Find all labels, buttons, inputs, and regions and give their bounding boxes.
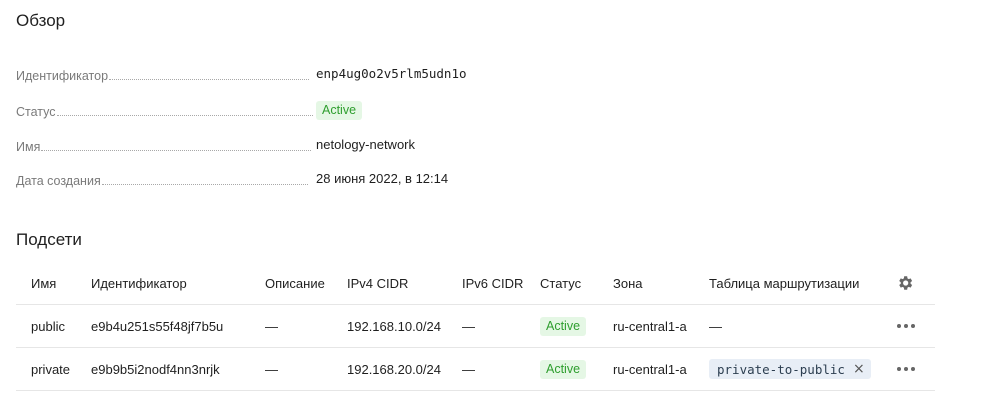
- status-badge: Active: [316, 101, 363, 120]
- field-name-label: Имя: [16, 140, 41, 154]
- route-table-chip[interactable]: private-to-public ×: [709, 348, 871, 390]
- field-created-value: 28 июня 2022, в 12:14: [316, 171, 449, 186]
- status-badge: Active: [540, 348, 587, 390]
- field-created-row: Дата создания 28 июня 2022, в 12:14: [16, 169, 476, 189]
- column-header-ipv4[interactable]: IPv4 CIDR: [347, 262, 408, 304]
- field-status-row: Статус Active: [16, 100, 476, 120]
- gear-icon[interactable]: [896, 262, 914, 304]
- column-header-zone[interactable]: Зона: [613, 262, 643, 304]
- column-header-name[interactable]: Имя: [31, 262, 56, 304]
- column-header-route-table[interactable]: Таблица маршрутизации: [709, 262, 859, 304]
- subnet-id: e9b4u251s55f48jf7b5u: [91, 318, 224, 334]
- subnet-ipv6: —: [462, 318, 475, 334]
- column-header-id[interactable]: Идентификатор: [91, 262, 187, 304]
- leader-dots: [41, 150, 312, 151]
- subnet-ipv4: 192.168.10.0/24: [347, 318, 441, 334]
- subnet-id: e9b9b5i2nodf4nn3nrjk: [91, 361, 220, 377]
- field-created-label: Дата создания: [16, 174, 101, 188]
- subnet-name: public: [31, 318, 65, 334]
- close-icon[interactable]: ×: [853, 362, 865, 376]
- subnets-table: Имя Идентификатор Описание IPv4 CIDR IPv…: [16, 262, 935, 391]
- more-horizontal-icon[interactable]: [897, 305, 915, 347]
- status-badge-label: Active: [316, 101, 363, 120]
- field-id-value[interactable]: enp4ug0o2v5rlm5udn1o: [316, 66, 467, 82]
- subnet-ipv4: 192.168.20.0/24: [347, 361, 441, 377]
- more-horizontal-icon[interactable]: [897, 348, 915, 390]
- subnets-title: Подсети: [16, 230, 82, 249]
- subnet-zone: ru-central1-a: [613, 361, 687, 377]
- field-id-row: Идентификатор enp4ug0o2v5rlm5udn1o: [16, 64, 476, 84]
- subnet-zone: ru-central1-a: [613, 318, 687, 334]
- leader-dots: [109, 79, 310, 80]
- field-status-label: Статус: [16, 105, 56, 119]
- table-row[interactable]: public e9b4u251s55f48jf7b5u — 192.168.10…: [16, 305, 935, 348]
- subnet-description: —: [265, 361, 278, 377]
- leader-dots: [56, 115, 313, 116]
- subnet-description: —: [265, 318, 278, 334]
- status-badge: Active: [540, 305, 587, 347]
- field-name-value: netology-network: [316, 137, 415, 152]
- field-id-label: Идентификатор: [16, 69, 109, 83]
- table-row[interactable]: private e9b9b5i2nodf4nn3nrjk — 192.168.2…: [16, 348, 935, 391]
- route-table-chip-label[interactable]: private-to-public: [717, 362, 845, 377]
- column-header-ipv6[interactable]: IPv6 CIDR: [462, 262, 523, 304]
- subnet-name: private: [31, 361, 71, 377]
- subnet-route-table: —: [709, 318, 722, 334]
- overview-title: Обзор: [16, 11, 66, 30]
- field-name-row: Имя netology-network: [16, 135, 476, 155]
- table-header: Имя Идентификатор Описание IPv4 CIDR IPv…: [16, 262, 935, 305]
- column-header-status[interactable]: Статус: [540, 262, 581, 304]
- leader-dots: [101, 184, 308, 185]
- subnet-ipv6: —: [462, 361, 475, 377]
- column-header-description[interactable]: Описание: [265, 262, 325, 304]
